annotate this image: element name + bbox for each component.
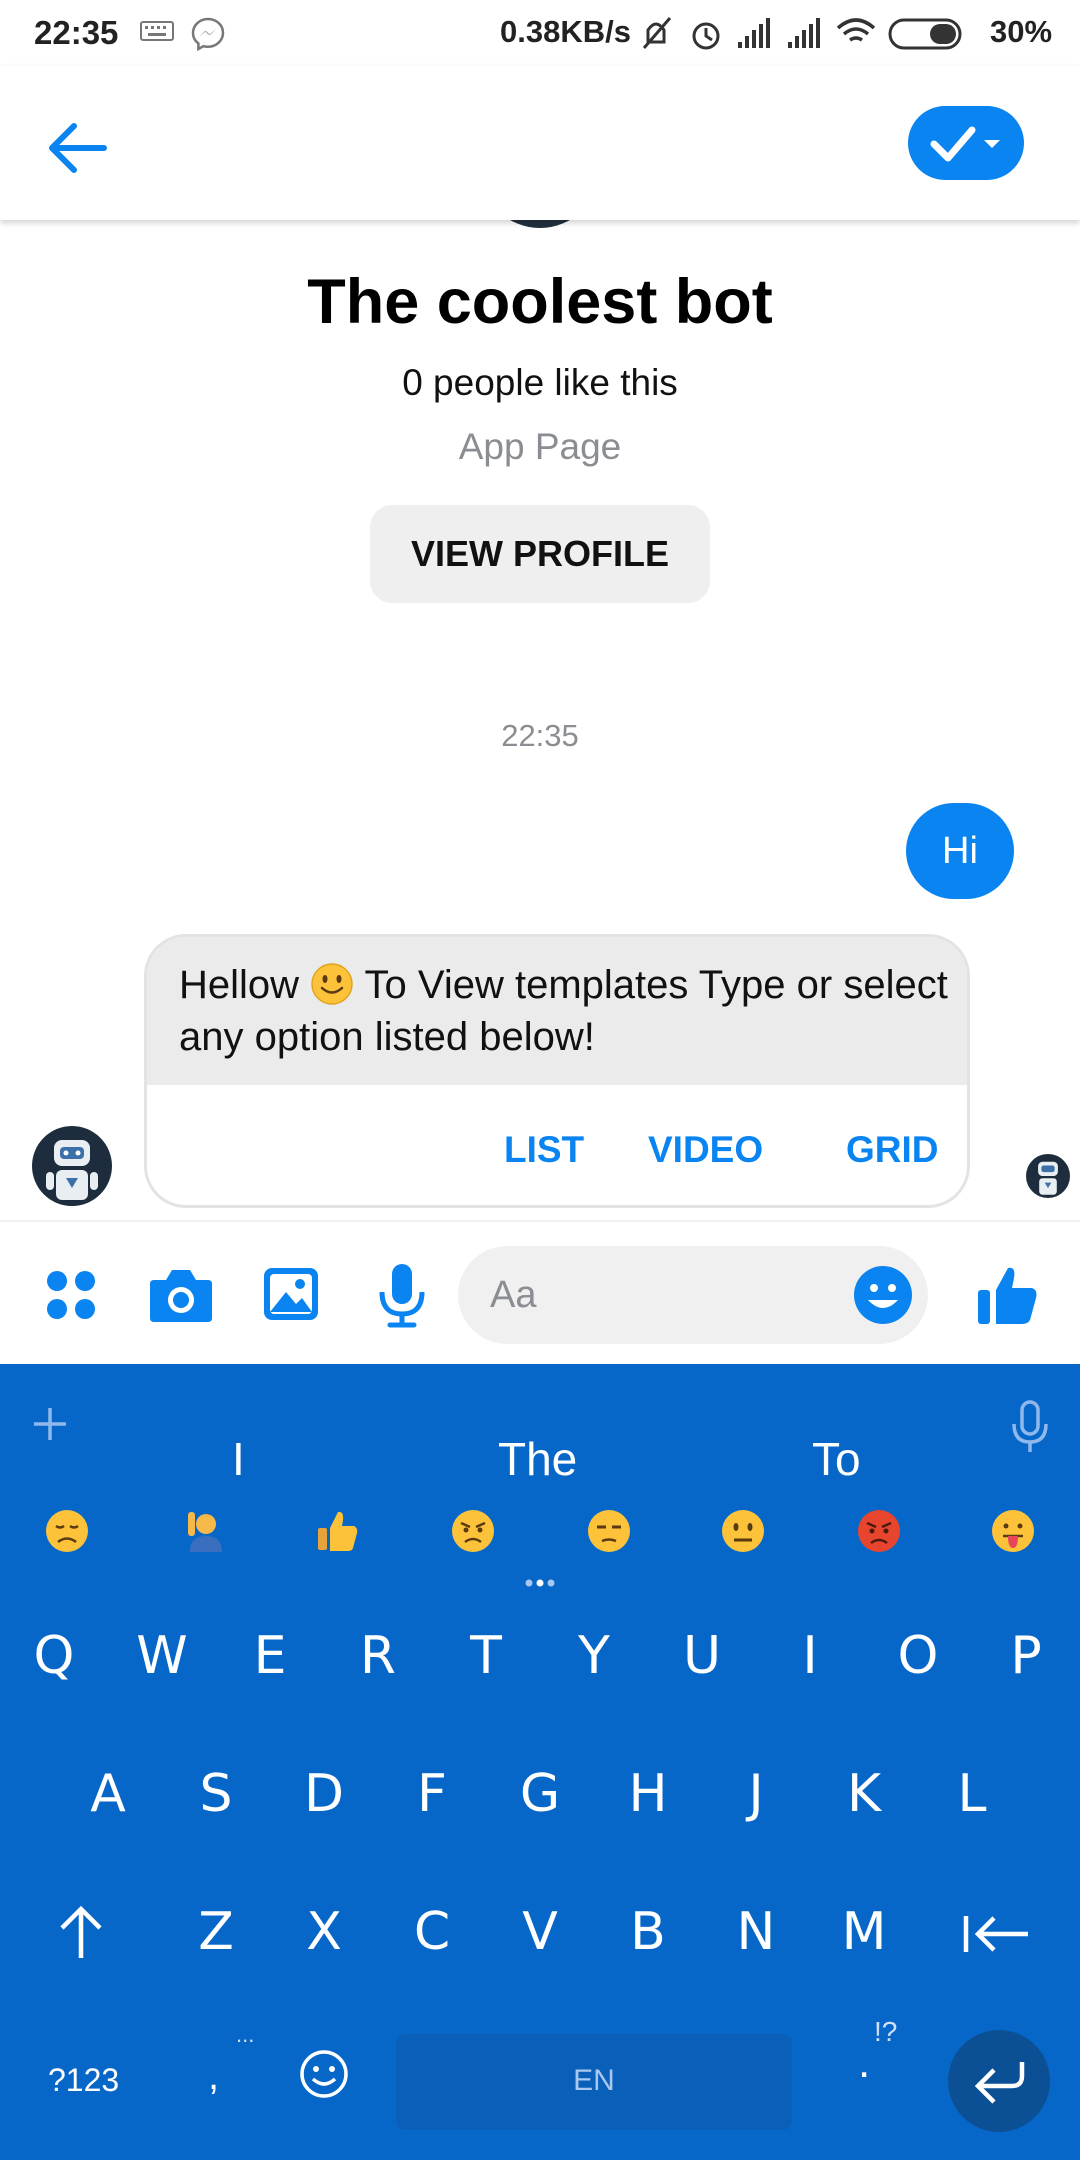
quick-reply-list[interactable]: LIST	[504, 1129, 584, 1171]
messenger-icon	[191, 17, 225, 52]
microphone-icon[interactable]	[378, 1262, 426, 1328]
message-input-placeholder: Aa	[490, 1274, 537, 1316]
key-k[interactable]: K	[824, 1764, 904, 1824]
period-key[interactable]: .	[858, 2038, 870, 2088]
quick-reply-grid[interactable]: GRID	[846, 1129, 939, 1171]
plus-icon[interactable]	[30, 1404, 70, 1444]
thumbs-up-icon[interactable]	[974, 1262, 1040, 1328]
status-icons	[642, 17, 962, 50]
unamused-emoji-icon[interactable]	[586, 1508, 632, 1554]
smiley-icon	[311, 963, 353, 1005]
key-x[interactable]: X	[284, 1902, 364, 1962]
disappointed-emoji-icon[interactable]	[44, 1508, 90, 1554]
chat-header	[0, 66, 1080, 220]
enter-arrow-icon	[974, 2062, 1025, 2104]
key-h[interactable]: H	[608, 1764, 688, 1824]
robot-icon	[46, 1140, 98, 1200]
key-s[interactable]: S	[176, 1764, 256, 1824]
key-f[interactable]: F	[392, 1764, 472, 1824]
signal-icon-2	[788, 18, 820, 48]
key-u[interactable]: U	[662, 1626, 742, 1686]
key-y[interactable]: Y	[554, 1626, 634, 1686]
neutral-emoji-icon[interactable]	[720, 1508, 766, 1554]
message-input[interactable]: Aa	[458, 1246, 928, 1344]
camera-icon[interactable]	[148, 1264, 214, 1324]
emoji-icon[interactable]	[852, 1264, 914, 1326]
page-title: The coolest bot	[307, 267, 773, 337]
bot-message-text: Hellow To View templates Type or select …	[179, 959, 949, 1063]
voice-input-icon[interactable]	[1010, 1400, 1050, 1454]
key-j[interactable]: J	[716, 1764, 796, 1824]
page-category: App Page	[458, 426, 622, 467]
status-time: 22:35	[34, 14, 119, 51]
bot-avatar[interactable]	[32, 1126, 112, 1206]
suggestion-3[interactable]: To	[812, 1432, 861, 1486]
key-e[interactable]: E	[230, 1626, 310, 1686]
apps-grid-icon[interactable]	[44, 1268, 98, 1322]
key-v[interactable]: V	[500, 1902, 580, 1962]
key-i[interactable]: I	[770, 1626, 850, 1686]
emoji-page-indicator	[525, 1579, 555, 1587]
key-b[interactable]: B	[608, 1902, 688, 1962]
key-m[interactable]: M	[824, 1902, 904, 1962]
keyboard-icon	[140, 21, 174, 41]
person-raising-hand-emoji-icon[interactable]	[180, 1508, 226, 1554]
quick-reply-video[interactable]: VIDEO	[648, 1129, 763, 1171]
check-dropdown-icon	[930, 126, 1000, 162]
bot-message-card: Hellow To View templates Type or select …	[144, 934, 970, 1208]
outgoing-message-bubble[interactable]: Hi	[906, 803, 1014, 899]
mute-icon	[642, 17, 672, 49]
key-o[interactable]: O	[878, 1626, 958, 1686]
key-w[interactable]: W	[122, 1626, 202, 1686]
bot-message-bubble[interactable]: Hellow To View templates Type or select …	[147, 937, 967, 1085]
read-receipt-avatar	[1026, 1154, 1070, 1198]
space-bar-label: EN	[573, 2064, 615, 2097]
key-d[interactable]: D	[284, 1764, 364, 1824]
tongue-out-emoji-icon[interactable]	[990, 1508, 1036, 1554]
status-bar: 22:35 0.38KB/s 30%	[0, 0, 1080, 66]
emoji-key-icon[interactable]	[298, 2048, 350, 2100]
shift-arrow-icon[interactable]	[56, 1904, 106, 1960]
key-q[interactable]: Q	[14, 1626, 94, 1686]
key-r[interactable]: R	[338, 1626, 418, 1686]
signal-icon	[738, 18, 770, 48]
message-timestamp: 22:35	[501, 718, 579, 753]
arrow-left-icon[interactable]	[38, 108, 118, 188]
comma-key-hint: ...	[236, 2022, 255, 2047]
suggestion-2[interactable]: The	[498, 1432, 577, 1486]
network-speed: 0.38KB/s	[500, 14, 631, 49]
enter-key[interactable]	[948, 2030, 1050, 2132]
key-a[interactable]: A	[68, 1764, 148, 1824]
backspace-icon[interactable]	[960, 1912, 1032, 1956]
key-t[interactable]: T	[446, 1626, 526, 1686]
pouting-emoji-icon[interactable]	[856, 1508, 902, 1554]
battery-percent: 30%	[990, 14, 1053, 49]
wifi-icon	[836, 18, 876, 42]
key-l[interactable]: L	[932, 1764, 1012, 1824]
robot-icon	[1038, 1161, 1058, 1195]
check-dropdown-button[interactable]	[908, 106, 1024, 180]
key-z[interactable]: Z	[176, 1902, 256, 1962]
key-n[interactable]: N	[716, 1902, 796, 1962]
likes-count: 0 people like this	[402, 362, 678, 403]
key-p[interactable]: P	[986, 1626, 1066, 1686]
battery-icon	[888, 18, 962, 50]
space-bar[interactable]: EN	[396, 2034, 792, 2130]
image-icon[interactable]	[262, 1264, 320, 1324]
view-profile-button[interactable]: VIEW PROFILE	[370, 505, 710, 603]
thumbs-up-emoji-icon[interactable]	[314, 1508, 360, 1554]
symbols-key[interactable]: ?123	[48, 2062, 119, 2099]
period-key-hint: !?	[874, 2016, 898, 2047]
message-composer: Aa	[0, 1220, 1080, 1366]
angry-emoji-icon[interactable]	[450, 1508, 496, 1554]
key-g[interactable]: G	[500, 1764, 580, 1824]
soft-keyboard: I The To Q W E R T Y U I O P A S D F G H…	[0, 1364, 1080, 2160]
alarm-icon	[692, 22, 720, 50]
key-c[interactable]: C	[392, 1902, 472, 1962]
suggestion-1[interactable]: I	[232, 1432, 245, 1486]
bot-message-part1: Hellow	[179, 963, 311, 1007]
comma-key[interactable]: ,	[208, 2054, 219, 2099]
